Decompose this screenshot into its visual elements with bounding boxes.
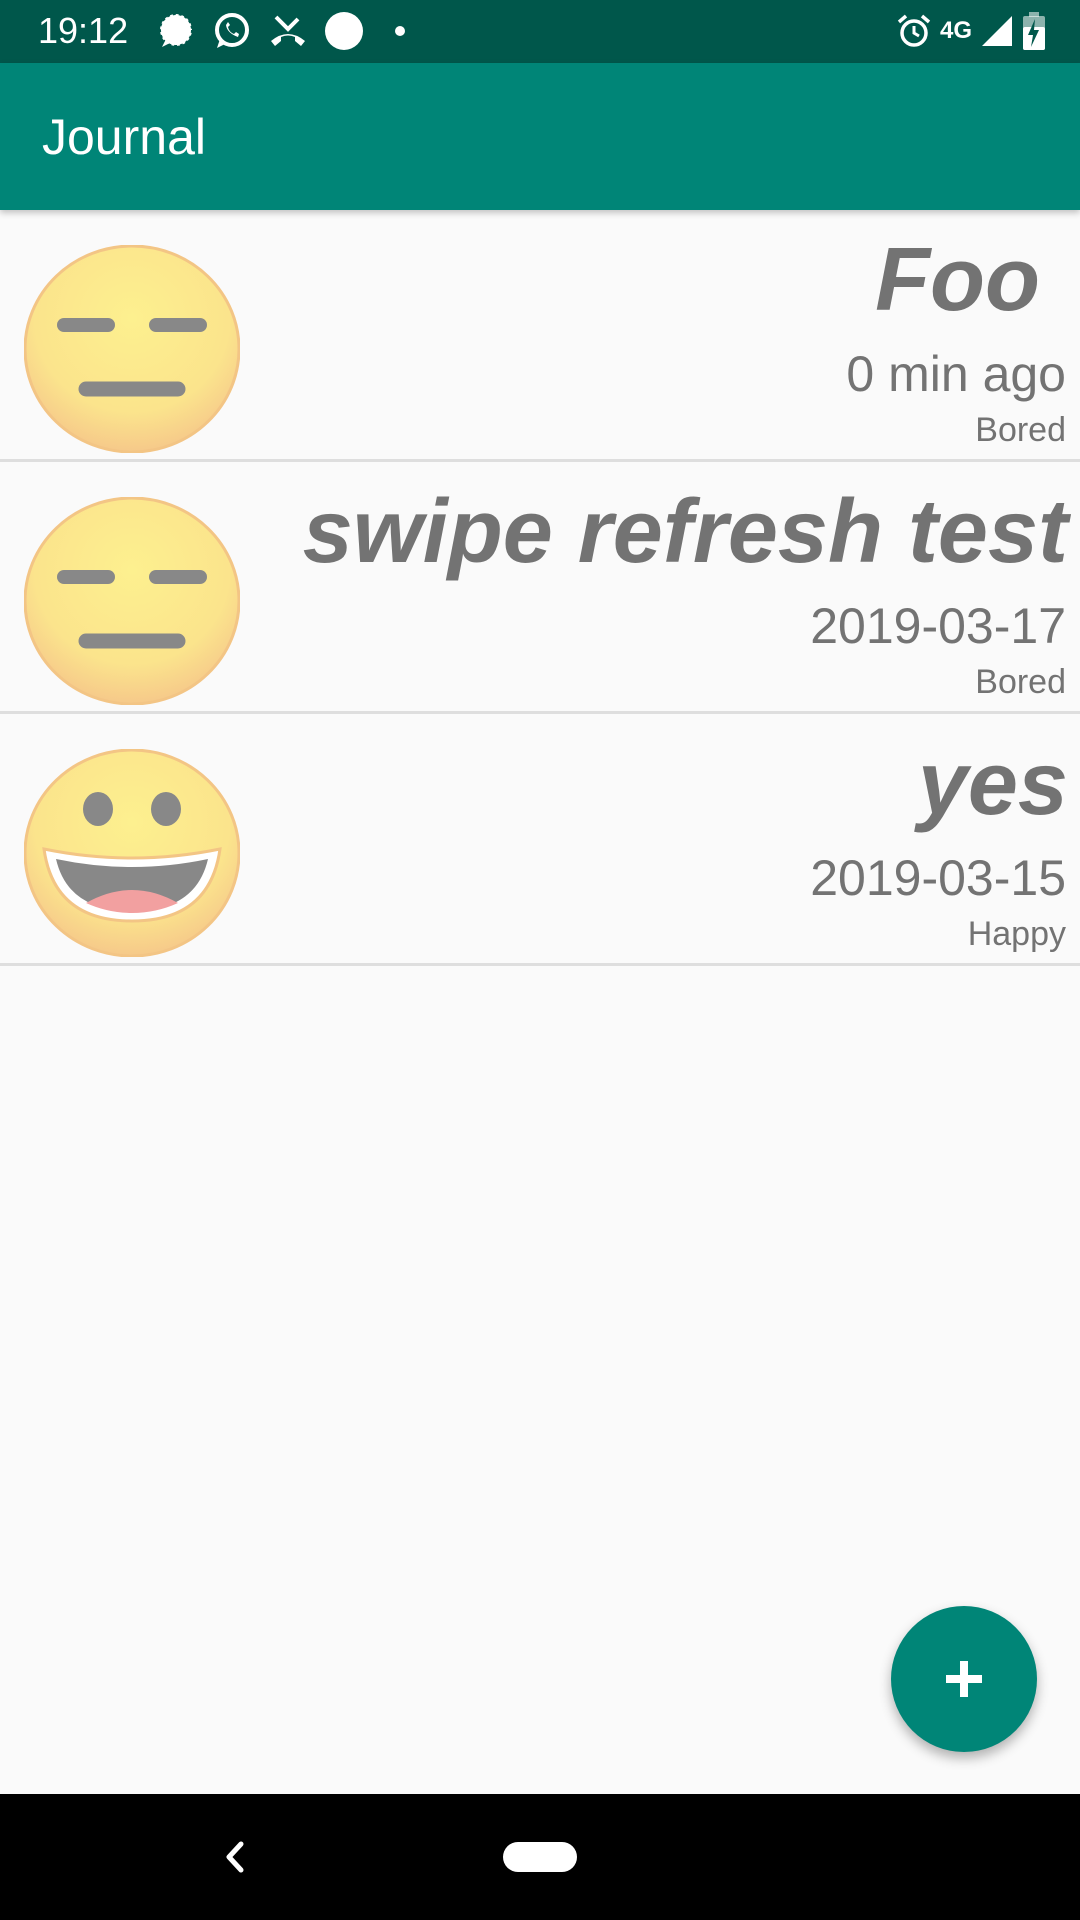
whatsapp-icon (215, 13, 249, 48)
status-bar: 19:12 4G (0, 0, 1080, 63)
add-entry-button[interactable] (891, 1606, 1037, 1752)
entry-title: swipe refresh test (302, 482, 1068, 582)
entry-mood: Happy (967, 915, 1066, 953)
bored-face-icon (24, 497, 240, 705)
bored-face-icon (24, 245, 240, 453)
network-type: 4G (939, 17, 972, 44)
back-icon[interactable] (215, 1834, 255, 1880)
entry-date: 2019-03-17 (810, 598, 1066, 654)
status-time: 19:12 (38, 10, 129, 51)
dot-icon (395, 26, 405, 36)
list-item[interactable]: yes 2019-03-15 Happy (0, 714, 1080, 966)
navigation-bar (0, 1794, 1080, 1920)
page-title: Journal (42, 109, 206, 165)
chat-bubble-icon (159, 13, 193, 47)
entry-mood: Bored (975, 411, 1066, 449)
home-pill-icon[interactable] (503, 1842, 577, 1872)
notification-icons (156, 9, 420, 53)
entry-date: 0 min ago (846, 346, 1066, 402)
alarm-icon (897, 14, 931, 47)
entry-title: yes (917, 734, 1068, 834)
happy-face-icon (24, 749, 240, 957)
app-bar: Journal (0, 63, 1080, 210)
entry-mood: Bored (975, 663, 1066, 701)
journal-list[interactable]: Foo 0 min ago Bored swipe refresh test 2… (0, 210, 1080, 966)
list-item[interactable]: swipe refresh test 2019-03-17 Bored (0, 462, 1080, 714)
plus-icon (946, 1661, 982, 1697)
entry-date: 2019-03-15 (810, 850, 1066, 906)
battery-icon (1023, 12, 1045, 50)
circle-icon (325, 12, 363, 50)
missed-call-icon (271, 15, 305, 46)
signal-icon (982, 16, 1012, 46)
list-item[interactable]: Foo 0 min ago Bored (0, 210, 1080, 462)
entry-title: Foo (875, 230, 1040, 330)
system-icons: 4G (896, 9, 1046, 53)
